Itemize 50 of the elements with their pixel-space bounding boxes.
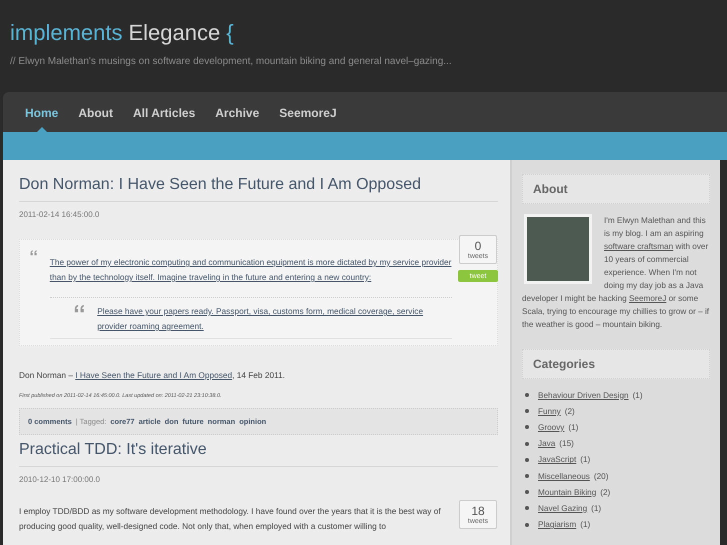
bullet-icon: [525, 474, 529, 478]
post-title[interactable]: Practical TDD: It's iterative: [19, 441, 498, 467]
bullet-icon: [525, 458, 529, 462]
article-link[interactable]: I Have Seen the Future and I Am Opposed: [75, 370, 232, 380]
bullet-icon: [525, 506, 529, 510]
quote-link[interactable]: The power of my electronic computing and communication equipment is more dictated by my service provider than by the technology itself. Imagine traveling in the future and entering a new country:: [50, 255, 452, 285]
about-text: I'm Elwyn Malethan and this is my blog. I am an aspiring software craftsman with over 10 years of commercial experience. When I'm not doing my day job as a Java developer I might be hacking SeemoreJ or some Scala, trying to encourage my chillies to grow or – if the weather is good – mountain biking.: [522, 214, 710, 331]
category-link[interactable]: Funny: [538, 406, 561, 416]
category-link[interactable]: Groovy: [538, 422, 564, 432]
photo-placeholder: [524, 214, 592, 284]
bullet-icon: [525, 442, 529, 446]
post-paragraph: I employ TDD/BDD as my software development methodology. I have found over the years that it is the best way of producing good quality, well-designed code. Not only that, when employed with a customer willing to: [19, 505, 442, 533]
post-date: 2011-02-14 16:45:00.0: [19, 210, 100, 219]
site-title: implements Elegance {: [10, 20, 235, 46]
category-count: (1): [580, 455, 590, 464]
sidebar-heading: About: [522, 174, 710, 204]
bullet-icon: [525, 425, 529, 430]
category-count: (15): [559, 439, 574, 448]
sidebar-heading: Categories: [522, 349, 710, 379]
nav-tab[interactable]: All Articles: [123, 92, 206, 132]
post-date: 2010-12-10 17:00:00.0: [19, 475, 101, 484]
nav-tab[interactable]: SeemoreJ: [269, 92, 347, 132]
category-count: (1): [568, 422, 578, 432]
category-count: (1): [591, 504, 602, 513]
quote-link[interactable]: Please have your papers ready. Passport, visa, customs form, medical coverage, service provider roaming agreement.: [97, 304, 452, 334]
category-link[interactable]: Plagiarism: [538, 520, 576, 530]
quote-mark-icon: [30, 248, 38, 258]
citation-text: Don Norman – I Have Seen the Future and I Am Opposed, 14 Feb 2011.: [19, 370, 286, 380]
post-title[interactable]: Don Norman: I Have Seen the Future and I Am Opposed: [19, 176, 498, 202]
about-link[interactable]: software craftsman: [604, 242, 674, 251]
site-tagline: // Elwyn Malethan's musings on software development, mountain biking and general navel–gazing...: [10, 56, 453, 67]
bullet-icon: [525, 522, 529, 527]
quote-mark-icon: [74, 304, 86, 314]
bullet-icon: [525, 490, 529, 494]
category-count: (1): [632, 390, 643, 400]
category-count: (20): [594, 472, 608, 481]
category-link[interactable]: Navel Gazing: [538, 504, 588, 513]
category-link[interactable]: Java: [538, 439, 556, 448]
category-count: (2): [564, 406, 575, 416]
category-count: (1): [580, 520, 590, 530]
bullet-icon: [525, 393, 529, 398]
category-link[interactable]: Behaviour Driven Design: [538, 390, 629, 400]
category-link[interactable]: Mountain Biking: [538, 488, 596, 497]
nav-tab[interactable]: Archive: [205, 92, 270, 132]
category-link[interactable]: Miscellaneous: [538, 472, 590, 481]
nav-tab[interactable]: About: [68, 92, 123, 132]
category-link[interactable]: JavaScript: [538, 455, 576, 464]
category-count: (2): [600, 488, 610, 497]
about-link[interactable]: SeemoreJ: [628, 294, 666, 303]
bullet-icon: [525, 409, 529, 414]
